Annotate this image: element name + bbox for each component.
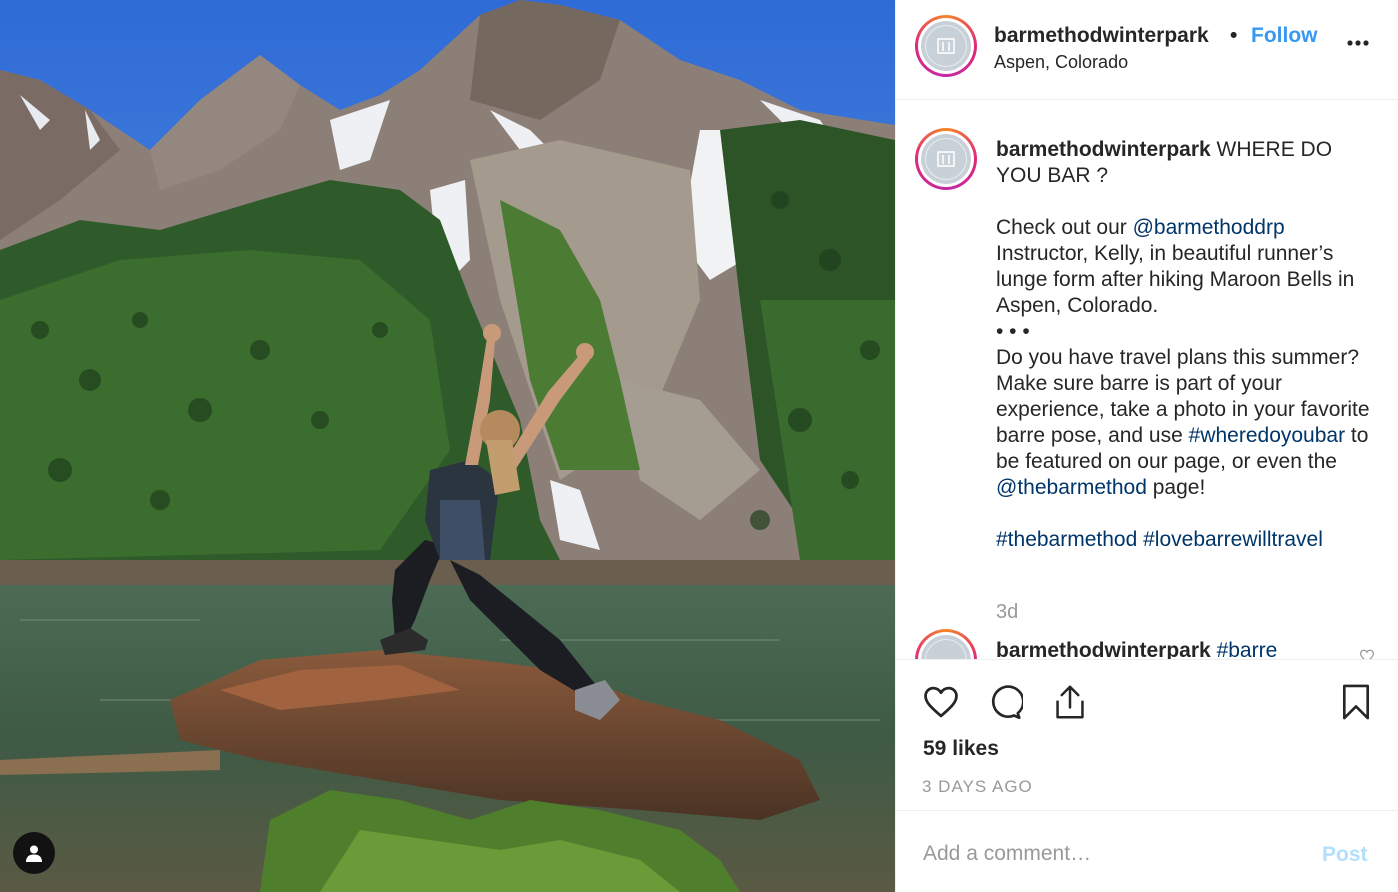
caption-dots: • • • [996,320,1030,343]
post-header: barmethodwinterpark • Follow Aspen, Colo… [896,0,1398,100]
like-count[interactable]: 59 likes [923,737,999,761]
hashtag-link[interactable]: #lovebarrewilltravel [1143,528,1323,551]
profile-avatar[interactable] [915,15,977,77]
bookmark-icon[interactable] [1336,682,1376,722]
logo-icon [937,151,955,167]
like-icon[interactable] [921,682,961,722]
comment-icon[interactable] [985,682,1025,722]
mention-link[interactable]: @thebarmethod [996,476,1147,499]
post-sidebar: barmethodwinterpark • Follow Aspen, Colo… [895,0,1398,892]
caption-text: Instructor, Kelly, in beautiful runner’s… [996,242,1355,317]
post-date: 3 DAYS AGO [922,777,1033,796]
comment-username[interactable]: barmethodwinterpark [996,639,1211,659]
comment-like-icon[interactable] [1359,649,1375,659]
caption-avatar[interactable] [915,128,977,190]
follow-button[interactable]: Follow [1251,24,1318,48]
user-icon [26,845,42,862]
hashtag-link[interactable]: #thebarmethod [996,528,1137,551]
header-username[interactable]: barmethodwinterpark [994,24,1226,48]
caption-text: Check out our [996,216,1133,239]
post-actions: 59 likes 3 DAYS AGO [896,659,1398,810]
comment-avatar[interactable] [915,629,977,659]
post-caption: barmethodwinterpark WHERE DO YOU BAR ? C… [996,137,1376,553]
post-comment-button[interactable]: Post [1322,843,1368,867]
post-photo[interactable] [0,0,895,892]
comments-scroll[interactable]: barmethodwinterpark WHERE DO YOU BAR ? C… [896,101,1398,659]
separator-dot: • [1230,24,1238,47]
location-link[interactable]: Aspen, Colorado [994,52,1128,73]
hashtag-link[interactable]: #wheredoyoubar [1189,424,1345,447]
caption-timestamp[interactable]: 3d [996,601,1018,624]
comment-input[interactable] [923,839,1283,869]
caption-username[interactable]: barmethodwinterpark [996,138,1211,161]
user-tag-button[interactable] [13,832,55,874]
hashtag-link[interactable]: #barre [1217,639,1278,659]
share-icon[interactable] [1050,682,1090,722]
more-options-icon[interactable] [1343,31,1373,55]
logo-icon [937,38,955,54]
caption-text: page! [1146,476,1206,499]
comment-form: Post [896,810,1398,892]
mountain-lake-image [0,0,895,892]
comment-item: barmethodwinterpark #barre [996,639,1277,659]
mention-link[interactable]: @barmethoddrp [1133,216,1285,239]
